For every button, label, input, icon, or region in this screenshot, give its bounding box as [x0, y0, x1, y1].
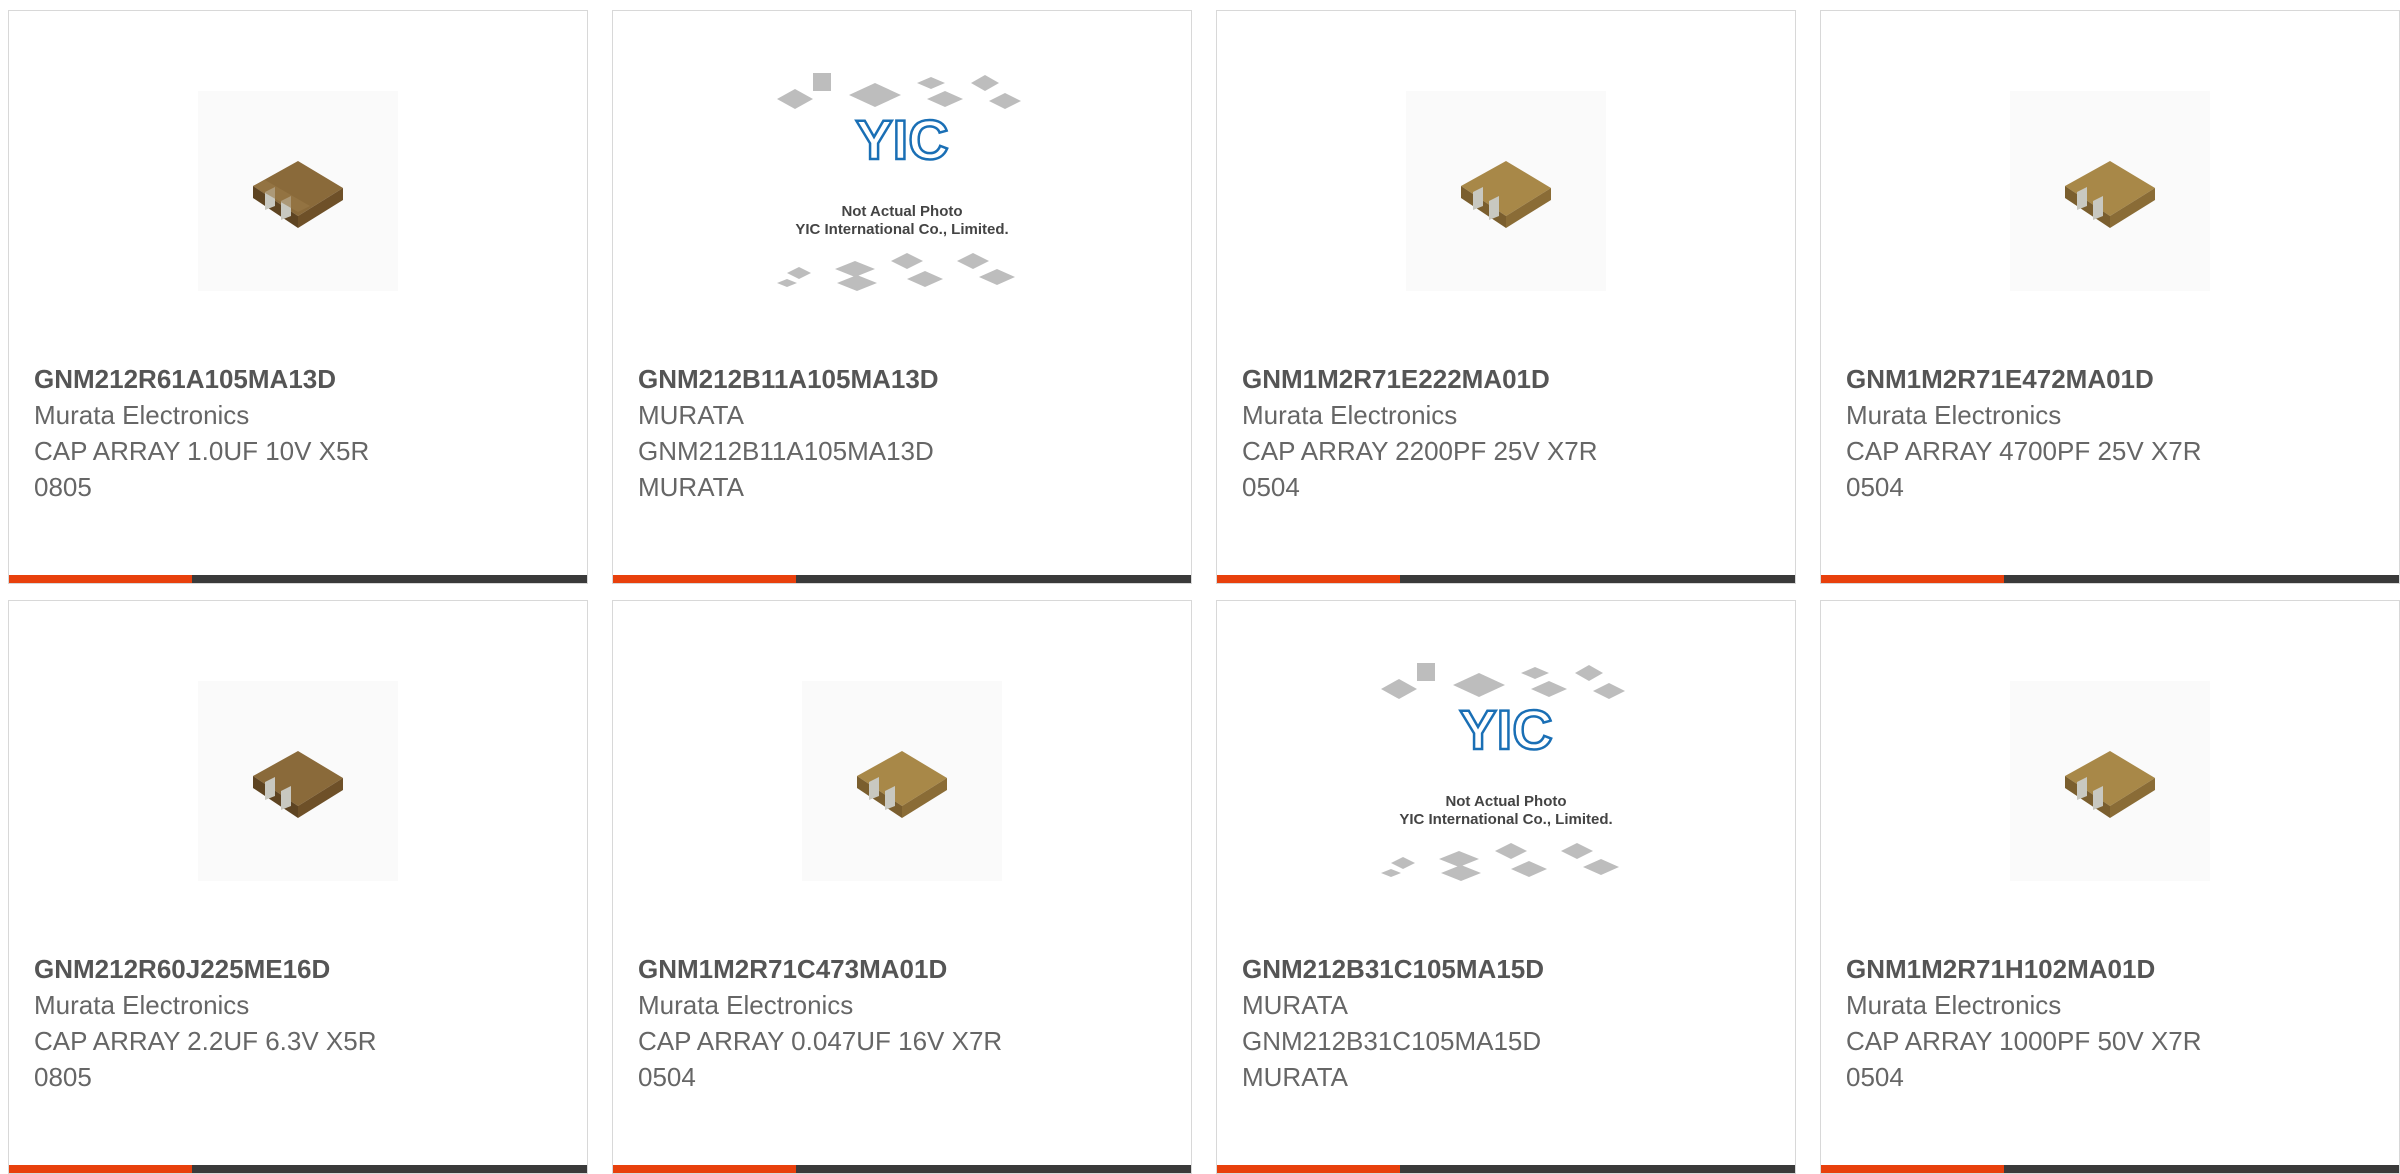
product-card[interactable]: YIC Not Actual Photo YIC International C…: [1216, 600, 1796, 1174]
product-card[interactable]: GNM1M2R71E222MA01D Murata Electronics CA…: [1216, 10, 1796, 584]
placeholder-company: YIC International Co., Limited.: [1399, 811, 1613, 828]
part-number[interactable]: GNM212R60J225ME16D: [34, 951, 562, 987]
product-card[interactable]: GNM1M2R71C473MA01D Murata Electronics CA…: [612, 600, 1192, 1174]
not-actual-photo-image: YIC Not Actual Photo YIC International C…: [757, 61, 1047, 321]
manufacturer: Murata Electronics: [638, 990, 854, 1020]
part-number[interactable]: GNM1M2R71H102MA01D: [1846, 951, 2374, 987]
package: MURATA: [1242, 1062, 1348, 1092]
card-accent-bar: [1821, 1165, 2004, 1173]
yic-logo-icon: YIC: [1459, 698, 1552, 761]
description: GNM212B11A105MA13D: [638, 436, 934, 466]
capacitor-chip-icon: [198, 91, 398, 291]
product-image[interactable]: [9, 41, 587, 341]
description: CAP ARRAY 2.2UF 6.3V X5R: [34, 1026, 377, 1056]
product-card[interactable]: GNM212R60J225ME16D Murata Electronics CA…: [8, 600, 588, 1174]
card-bottom-bar: [613, 1165, 1191, 1173]
manufacturer: Murata Electronics: [34, 400, 250, 430]
card-bottom-bar: [1217, 1165, 1795, 1173]
capacitor-chip-icon: [2010, 91, 2210, 291]
yic-logo-icon: YIC: [855, 108, 948, 171]
card-accent-bar: [613, 1165, 796, 1173]
description: CAP ARRAY 4700PF 25V X7R: [1846, 436, 2202, 466]
part-number[interactable]: GNM1M2R71C473MA01D: [638, 951, 1166, 987]
manufacturer: MURATA: [1242, 990, 1348, 1020]
capacitor-chip-icon: [1406, 91, 1606, 291]
card-accent-bar: [613, 575, 796, 583]
manufacturer: Murata Electronics: [34, 990, 250, 1020]
part-number[interactable]: GNM1M2R71E472MA01D: [1846, 361, 2374, 397]
placeholder-caption: Not Actual Photo: [1445, 793, 1567, 810]
manufacturer: Murata Electronics: [1242, 400, 1458, 430]
package: 0504: [1846, 1062, 1904, 1092]
card-accent-bar: [9, 575, 192, 583]
card-accent-bar: [9, 1165, 192, 1173]
product-card[interactable]: GNM212R61A105MA13D Murata Electronics CA…: [8, 10, 588, 584]
part-number[interactable]: GNM212R61A105MA13D: [34, 361, 562, 397]
description: CAP ARRAY 0.047UF 16V X7R: [638, 1026, 1003, 1056]
package: 0805: [34, 472, 92, 502]
product-card[interactable]: YIC Not Actual Photo YIC International C…: [612, 10, 1192, 584]
product-image[interactable]: [9, 631, 587, 931]
product-card[interactable]: GNM1M2R71E472MA01D Murata Electronics CA…: [1820, 10, 2400, 584]
card-bottom-bar: [9, 575, 587, 583]
manufacturer: Murata Electronics: [1846, 400, 2062, 430]
product-image[interactable]: [1821, 41, 2399, 341]
package: 0504: [1242, 472, 1300, 502]
manufacturer: Murata Electronics: [1846, 990, 2062, 1020]
part-number[interactable]: GNM212B11A105MA13D: [638, 361, 1166, 397]
placeholder-company: YIC International Co., Limited.: [795, 221, 1009, 238]
product-card[interactable]: GNM1M2R71H102MA01D Murata Electronics CA…: [1820, 600, 2400, 1174]
card-bottom-bar: [1821, 1165, 2399, 1173]
description: CAP ARRAY 1000PF 50V X7R: [1846, 1026, 2202, 1056]
package: 0504: [1846, 472, 1904, 502]
card-accent-bar: [1217, 575, 1400, 583]
package: 0805: [34, 1062, 92, 1092]
description: CAP ARRAY 1.0UF 10V X5R: [34, 436, 370, 466]
card-accent-bar: [1217, 1165, 1400, 1173]
product-image[interactable]: [1217, 41, 1795, 341]
part-number[interactable]: GNM212B31C105MA15D: [1242, 951, 1770, 987]
description: CAP ARRAY 2200PF 25V X7R: [1242, 436, 1598, 466]
manufacturer: MURATA: [638, 400, 744, 430]
package: MURATA: [638, 472, 744, 502]
not-actual-photo-image: YIC Not Actual Photo YIC International C…: [1361, 651, 1651, 911]
capacitor-chip-icon: [198, 681, 398, 881]
card-accent-bar: [1821, 575, 2004, 583]
card-bottom-bar: [9, 1165, 587, 1173]
capacitor-chip-icon: [2010, 681, 2210, 881]
placeholder-caption: Not Actual Photo: [841, 203, 963, 220]
card-bottom-bar: [1217, 575, 1795, 583]
product-image[interactable]: YIC Not Actual Photo YIC International C…: [613, 41, 1191, 341]
part-number[interactable]: GNM1M2R71E222MA01D: [1242, 361, 1770, 397]
product-image[interactable]: YIC Not Actual Photo YIC International C…: [1217, 631, 1795, 931]
product-image[interactable]: [613, 631, 1191, 931]
product-image[interactable]: [1821, 631, 2399, 931]
card-bottom-bar: [613, 575, 1191, 583]
description: GNM212B31C105MA15D: [1242, 1026, 1542, 1056]
card-bottom-bar: [1821, 575, 2399, 583]
capacitor-chip-icon: [802, 681, 1002, 881]
package: 0504: [638, 1062, 696, 1092]
